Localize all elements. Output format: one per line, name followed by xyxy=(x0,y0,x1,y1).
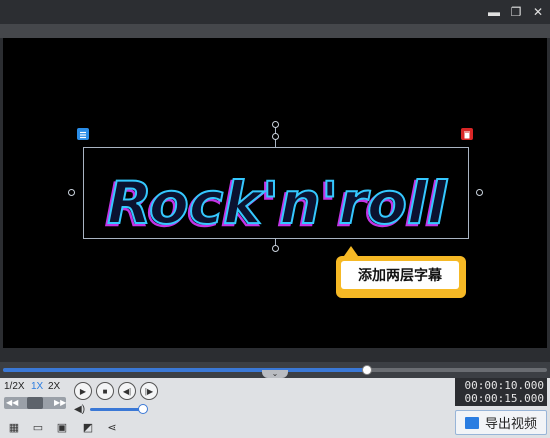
preview-canvas[interactable]: Rock'n'roll Rock'n'roll xyxy=(3,38,547,348)
next-frame-button[interactable]: |▶ xyxy=(140,382,158,400)
preview-frame-bottom xyxy=(0,348,550,362)
hint-tooltip: 添加两层字幕 xyxy=(336,246,466,298)
speed-half[interactable]: 1/2X xyxy=(4,381,25,393)
share-icon[interactable]: ⋖ xyxy=(104,420,120,436)
progress-knob[interactable] xyxy=(362,365,373,375)
tooltip-arrow xyxy=(344,246,358,256)
speed-2x[interactable]: 2X xyxy=(48,381,60,393)
video-editor-window: ▬ ❐ ✕ Rock'n'roll Rock'n'roll 添加两层字幕 ⌄ 1… xyxy=(0,0,550,438)
preview-frame-top xyxy=(0,24,550,38)
save-as-icon[interactable]: ◩ xyxy=(80,420,96,436)
collapse-panel-button[interactable]: ⌄ xyxy=(262,370,288,378)
speed-1x[interactable]: 1X xyxy=(31,381,43,393)
progress-fill xyxy=(3,368,368,372)
current-time: 00:00:10.000 xyxy=(464,379,544,392)
title-cyan-outline: Rock'n'roll xyxy=(107,169,448,237)
clip-icon[interactable]: ▦ xyxy=(6,420,22,436)
fast-forward-icon[interactable]: ▶▶ xyxy=(54,397,66,409)
jog-knob[interactable] xyxy=(27,397,43,409)
minimize-button[interactable]: ▬ xyxy=(486,4,502,20)
play-button[interactable]: ▶ xyxy=(74,382,92,400)
volume-slider[interactable] xyxy=(90,408,144,411)
total-time: 00:00:15.000 xyxy=(464,392,544,405)
volume-knob[interactable] xyxy=(138,404,148,414)
stop-icon: ■ xyxy=(102,386,108,396)
stop-button[interactable]: ■ xyxy=(96,382,114,400)
export-label: 导出视频 xyxy=(484,416,537,431)
close-button[interactable]: ✕ xyxy=(530,4,546,20)
volume-icon[interactable]: ◀) xyxy=(74,404,85,415)
title-bar: ▬ ❐ ✕ xyxy=(0,0,550,24)
subtitle-title-graphic: Rock'n'roll Rock'n'roll xyxy=(104,168,449,240)
restore-button[interactable]: ❐ xyxy=(508,4,524,20)
tooltip-text: 添加两层字幕 xyxy=(341,261,459,289)
previous-frame-button[interactable]: ◀| xyxy=(118,382,136,400)
export-icon xyxy=(464,416,479,429)
next-frame-icon: |▶ xyxy=(144,386,154,396)
jog-slider[interactable]: ◀◀ ▶▶ xyxy=(4,397,66,409)
folder-icon[interactable]: ▭ xyxy=(30,420,46,436)
save-icon[interactable]: ▣ xyxy=(54,420,70,436)
rewind-icon[interactable]: ◀◀ xyxy=(6,397,18,409)
time-display: 00:00:10.000 00:00:15.000 xyxy=(455,378,547,406)
export-video-button[interactable]: 导出视频 xyxy=(455,410,547,435)
play-icon: ▶ xyxy=(79,386,87,396)
previous-frame-icon: ◀| xyxy=(122,386,132,396)
